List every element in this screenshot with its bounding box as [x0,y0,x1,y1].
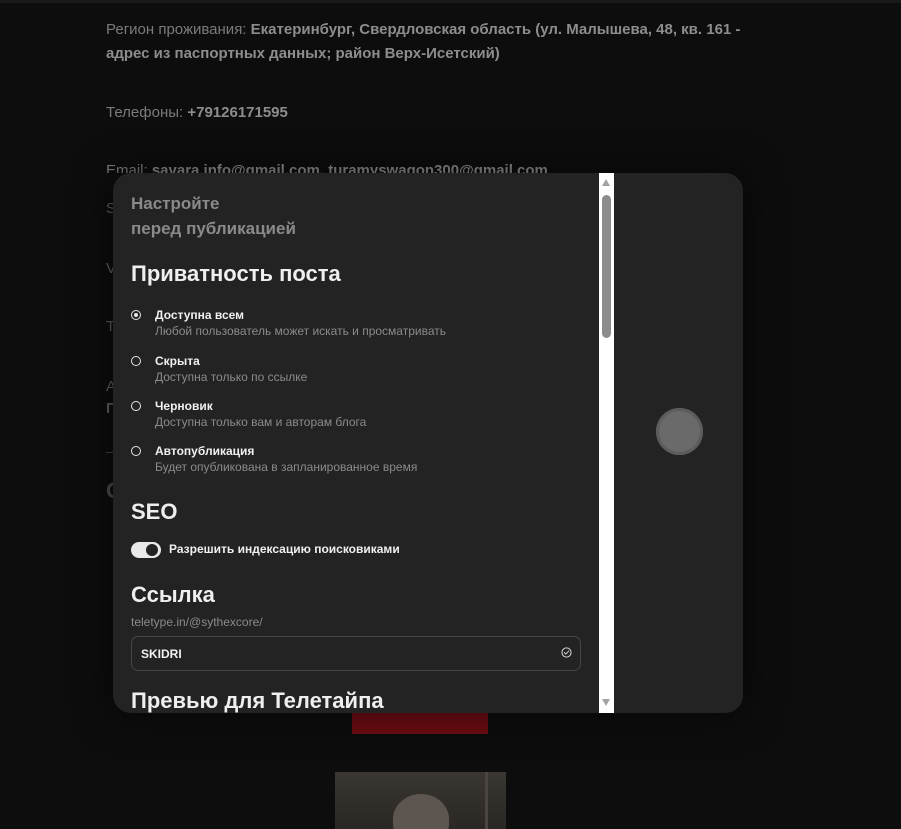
privacy-option-public[interactable]: Доступна всем Любой пользователь может и… [131,308,591,344]
publish-settings-modal: Настройте перед публикацией Приватность … [113,173,743,713]
photo-person [393,794,449,829]
phones-label: Телефоны: [106,104,188,121]
article-photo [335,772,506,829]
modal-subtitle: Настройте перед публикацией [131,191,431,241]
indexing-toggle[interactable] [131,542,161,558]
radio-icon[interactable] [131,401,141,411]
scroll-down-arrow-icon[interactable] [602,699,610,706]
loading-spinner-icon [656,408,703,455]
option-label: Скрыта [155,354,200,368]
radio-icon[interactable] [131,446,141,456]
indexing-toggle-label: Разрешить индексацию поисковиками [169,542,400,556]
article-red-button [352,712,488,734]
link-prefix: teletype.in/@sythexcore/ [131,615,263,629]
settings-panel[interactable]: Настройте перед публикацией Приватность … [113,173,599,713]
article-email: Email: savara.info@gmail.com, turamyswag… [106,160,586,173]
option-label: Черновик [155,399,213,413]
option-description: Доступна только вам и авторам блога [155,415,367,429]
link-heading: Ссылка [131,582,215,607]
radio-selected-icon[interactable] [131,310,141,320]
option-label: Доступна всем [155,308,245,322]
slug-field[interactable] [131,636,581,671]
subtitle-line1: Настройте [131,194,220,213]
panel-scrollbar[interactable] [599,173,614,713]
check-circle-icon [561,647,572,658]
scroll-thumb[interactable] [602,195,611,338]
radio-icon[interactable] [131,356,141,366]
scroll-up-arrow-icon[interactable] [602,179,610,186]
privacy-option-hidden[interactable]: Скрыта Доступна только по ссылке [131,354,591,390]
seo-heading: SEO [131,499,178,524]
preview-heading: Превью для Телетайпа [131,688,384,713]
top-bar [0,0,901,3]
phones-value: +79126171595 [187,104,288,121]
preview-area [614,173,743,713]
privacy-heading: Приватность поста [131,261,341,286]
email-value: savara.info@gmail.com, turamyswagon300@g… [151,162,548,173]
privacy-option-autopublish[interactable]: Автопубликация Будет опубликована в запл… [131,444,591,480]
region-label: Регион проживания: [106,21,251,38]
email-label: Email: [106,162,152,173]
slug-input[interactable] [141,637,541,670]
toggle-knob [146,544,158,556]
article-region: Регион проживания: Екатеринбург, Свердло… [106,18,756,66]
option-description: Будет опубликована в запланированное вре… [155,460,418,474]
option-description: Доступна только по ссылке [155,370,308,384]
subtitle-line2: перед публикацией [131,219,296,238]
option-description: Любой пользователь может искать и просма… [155,324,446,338]
photo-door-edge [485,772,488,829]
privacy-option-draft[interactable]: Черновик Доступна только вам и авторам б… [131,399,591,435]
article-phones: Телефоны: +79126171595 [106,102,288,124]
option-label: Автопубликация [155,444,255,458]
